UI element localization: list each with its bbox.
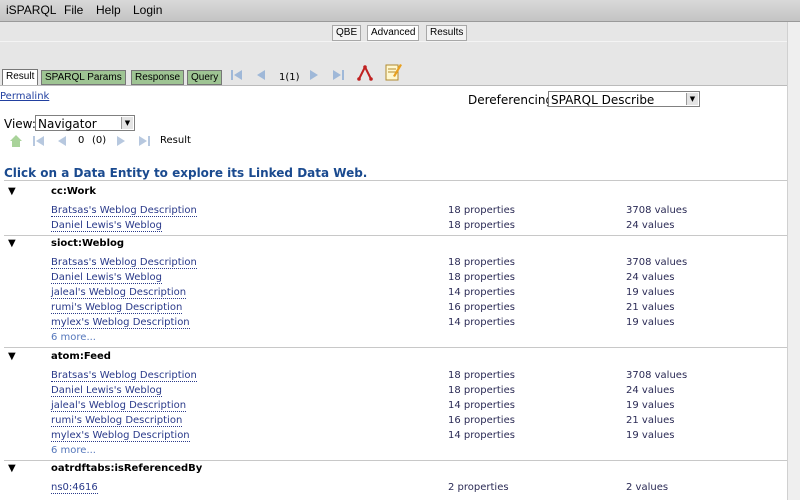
collapse-triangle-icon[interactable]: ▼	[8, 238, 16, 249]
view-value: Navigator	[38, 117, 97, 131]
show-more-link[interactable]: 6 more...	[51, 445, 96, 456]
property-count: 2 properties	[448, 482, 509, 493]
prev-page-icon[interactable]	[253, 68, 269, 82]
next-page-icon[interactable]	[306, 68, 322, 82]
entity-link[interactable]: ns0:4616	[51, 482, 98, 494]
group-title: cc:Work	[51, 186, 96, 197]
property-count: 14 properties	[448, 317, 515, 328]
entity-link[interactable]: rumi's Weblog Description	[51, 415, 183, 427]
value-count: 21 values	[626, 302, 675, 313]
value-count: 19 values	[626, 287, 675, 298]
property-count: 18 properties	[448, 220, 515, 231]
collapse-triangle-icon[interactable]: ▼	[8, 186, 16, 197]
view-label: View:	[4, 117, 36, 131]
entity-link[interactable]: Bratsas's Weblog Description	[51, 205, 197, 217]
value-count: 19 values	[626, 317, 675, 328]
entity-link[interactable]: Daniel Lewis's Weblog	[51, 272, 162, 284]
value-count: 3708 values	[626, 370, 688, 381]
nav-count: (0)	[92, 135, 107, 146]
entity-link[interactable]: mylex's Weblog Description	[51, 430, 190, 442]
dereferencing-label: Dereferencing:	[468, 93, 558, 107]
nav-result-label: Result	[160, 135, 191, 146]
property-count: 18 properties	[448, 205, 515, 216]
value-count: 19 values	[626, 430, 675, 441]
last-page-icon[interactable]	[330, 68, 346, 82]
edit-icon[interactable]	[384, 62, 402, 82]
tab-response[interactable]: Response	[131, 70, 185, 85]
property-count: 16 properties	[448, 415, 515, 426]
entity-link[interactable]: rumi's Weblog Description	[51, 302, 183, 314]
value-count: 24 values	[626, 385, 675, 396]
entity-link[interactable]: Bratsas's Weblog Description	[51, 257, 197, 269]
divider	[4, 347, 788, 348]
collapse-triangle-icon[interactable]: ▼	[8, 351, 16, 362]
entity-link[interactable]: Bratsas's Weblog Description	[51, 370, 197, 382]
property-count: 14 properties	[448, 400, 515, 411]
value-count: 21 values	[626, 415, 675, 426]
tab-query[interactable]: Query	[187, 70, 223, 85]
toolbar-band: QBE Advanced Results Result SPARQL Param…	[0, 22, 800, 86]
value-count: 2 values	[626, 482, 669, 493]
property-count: 18 properties	[448, 370, 515, 381]
tab-sparql-params[interactable]: SPARQL Params	[41, 70, 126, 85]
chevron-down-icon: ▼	[121, 117, 133, 129]
entity-link[interactable]: Daniel Lewis's Weblog	[51, 220, 162, 232]
menu-isparql[interactable]: iSPARQL	[6, 3, 56, 17]
permalink-link[interactable]: Permalink	[0, 91, 49, 102]
page-title: Click on a Data Entity to explore its Li…	[4, 166, 368, 180]
menu-help[interactable]: Help	[96, 3, 121, 17]
mode-advanced-button[interactable]: Advanced	[367, 25, 420, 41]
value-count: 3708 values	[626, 205, 688, 216]
next-icon[interactable]	[114, 134, 128, 148]
value-count: 3708 values	[626, 257, 688, 268]
property-count: 16 properties	[448, 302, 515, 313]
value-count: 24 values	[626, 220, 675, 231]
property-count: 18 properties	[448, 257, 515, 268]
prev-icon[interactable]	[55, 134, 69, 148]
mode-qbe-button[interactable]: QBE	[332, 25, 362, 41]
group-title: oatrdftabs:isReferencedBy	[51, 463, 203, 474]
show-more-link[interactable]: 6 more...	[51, 332, 96, 343]
entity-link[interactable]: jaleal's Weblog Description	[51, 287, 187, 299]
last-icon[interactable]	[137, 134, 151, 148]
view-select[interactable]: Navigator ▼	[35, 115, 135, 131]
property-count: 14 properties	[448, 430, 515, 441]
vertical-scrollbar[interactable]	[787, 22, 800, 500]
value-count: 24 values	[626, 272, 675, 283]
entity-link[interactable]: Daniel Lewis's Weblog	[51, 385, 162, 397]
dereferencing-value: SPARQL Describe	[551, 93, 655, 107]
page-indicator: 1(1)	[279, 72, 300, 83]
group-title: atom:Feed	[51, 351, 111, 362]
divider	[0, 85, 800, 86]
menubar: iSPARQL File Help Login	[0, 0, 800, 22]
dereferencing-select[interactable]: SPARQL Describe ▼	[548, 91, 700, 107]
entity-link[interactable]: mylex's Weblog Description	[51, 317, 190, 329]
graph-icon[interactable]	[356, 64, 374, 82]
collapse-triangle-icon[interactable]: ▼	[8, 463, 16, 474]
first-icon[interactable]	[32, 134, 46, 148]
first-page-icon[interactable]	[229, 68, 245, 82]
tab-result[interactable]: Result	[2, 69, 39, 86]
divider	[4, 235, 788, 236]
property-count: 18 properties	[448, 272, 515, 283]
divider	[4, 180, 788, 181]
mode-results-button[interactable]: Results	[426, 25, 468, 41]
menu-login[interactable]: Login	[133, 3, 162, 17]
home-icon[interactable]	[9, 134, 23, 148]
menu-file[interactable]: File	[64, 3, 83, 17]
chevron-down-icon: ▼	[686, 93, 698, 105]
divider	[4, 460, 788, 461]
nav-position: 0	[78, 135, 85, 146]
property-count: 18 properties	[448, 385, 515, 396]
group-title: sioct:Weblog	[51, 238, 125, 249]
divider	[0, 41, 800, 42]
entity-link[interactable]: jaleal's Weblog Description	[51, 400, 187, 412]
property-count: 14 properties	[448, 287, 515, 298]
value-count: 19 values	[626, 400, 675, 411]
